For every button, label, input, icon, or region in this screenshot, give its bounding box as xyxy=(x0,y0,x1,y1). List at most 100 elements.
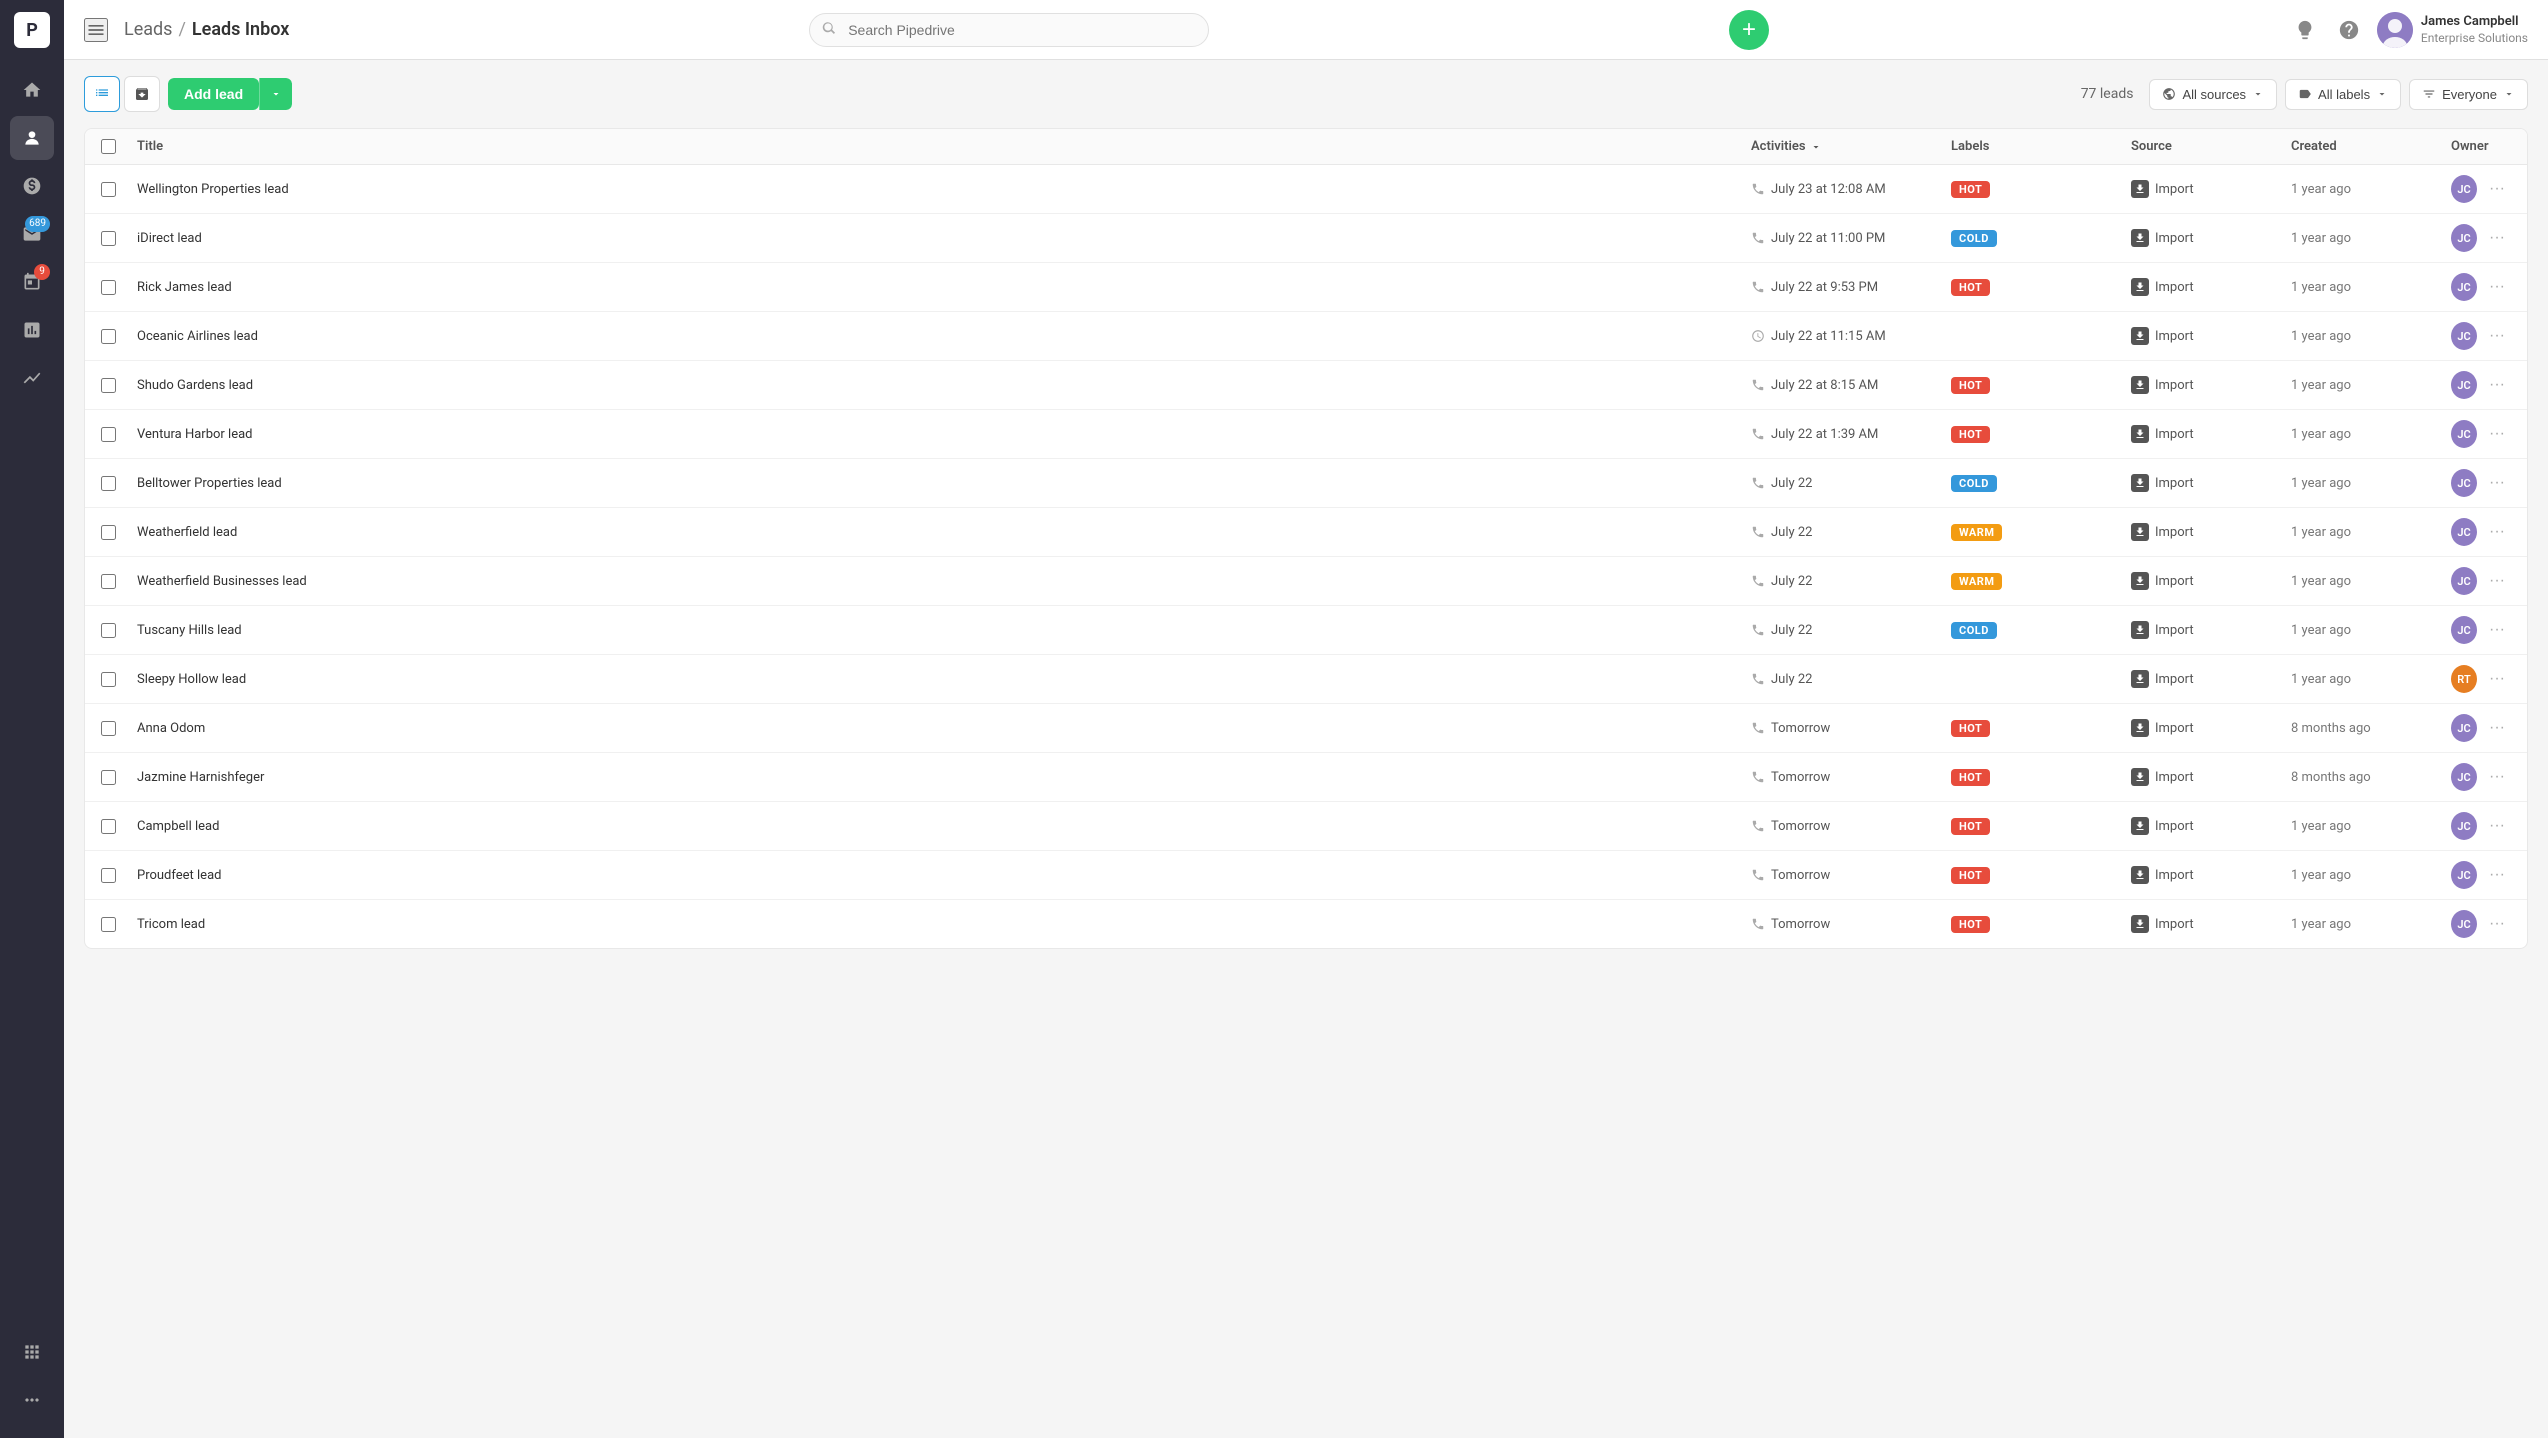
global-add-button[interactable]: + xyxy=(1729,10,1769,50)
row-more-button[interactable]: ··· xyxy=(2483,766,2511,788)
row-more-button[interactable]: ··· xyxy=(2483,668,2511,690)
owner-avatar: JC xyxy=(2451,812,2477,840)
sidebar-item-dollar[interactable] xyxy=(10,164,54,208)
lead-title[interactable]: Campbell lead xyxy=(137,819,1751,834)
breadcrumb-separator: / xyxy=(178,19,185,40)
row-checkbox-input[interactable] xyxy=(101,721,116,736)
row-more-button[interactable]: ··· xyxy=(2483,374,2511,396)
sidebar-item-chart[interactable] xyxy=(10,356,54,400)
row-more-button[interactable]: ··· xyxy=(2483,570,2511,592)
row-checkbox-input[interactable] xyxy=(101,280,116,295)
row-more-button[interactable]: ··· xyxy=(2483,913,2511,935)
row-checkbox-input[interactable] xyxy=(101,770,116,785)
search-input[interactable] xyxy=(809,13,1209,47)
row-more-button[interactable]: ··· xyxy=(2483,227,2511,249)
row-more-button[interactable]: ··· xyxy=(2483,276,2511,298)
row-more-button[interactable]: ··· xyxy=(2483,815,2511,837)
row-more-button[interactable]: ··· xyxy=(2483,423,2511,445)
lead-title[interactable]: Tuscany Hills lead xyxy=(137,623,1751,638)
row-more-button[interactable]: ··· xyxy=(2483,325,2511,347)
phone-icon xyxy=(1751,427,1765,441)
row-checkbox-input[interactable] xyxy=(101,182,116,197)
lead-title[interactable]: Oceanic Airlines lead xyxy=(137,329,1751,344)
lead-title[interactable]: Rick James lead xyxy=(137,280,1751,295)
user-info[interactable]: James Campbell Enterprise Solutions xyxy=(2377,12,2528,48)
lead-title[interactable]: Jazmine Harnishfeger xyxy=(137,770,1751,785)
lead-title[interactable]: Anna Odom xyxy=(137,721,1751,736)
row-more-button[interactable]: ··· xyxy=(2483,864,2511,886)
select-all-checkbox[interactable] xyxy=(101,139,116,154)
header-source: Source xyxy=(2131,139,2291,154)
row-more-button[interactable]: ··· xyxy=(2483,717,2511,739)
row-checkbox-input[interactable] xyxy=(101,868,116,883)
sidebar-item-more[interactable] xyxy=(10,1378,54,1422)
sidebar-item-calendar[interactable]: 9 xyxy=(10,260,54,304)
lead-title[interactable]: Sleepy Hollow lead xyxy=(137,672,1751,687)
tips-button[interactable] xyxy=(2289,14,2321,46)
sidebar-item-apps[interactable] xyxy=(10,1330,54,1374)
sidebar-item-home[interactable] xyxy=(10,68,54,112)
all-labels-filter[interactable]: All labels xyxy=(2285,79,2401,110)
row-checkbox-input[interactable] xyxy=(101,819,116,834)
lead-title[interactable]: iDirect lead xyxy=(137,231,1751,246)
row-checkbox-input[interactable] xyxy=(101,378,116,393)
help-button[interactable] xyxy=(2333,14,2365,46)
row-more-button[interactable]: ··· xyxy=(2483,472,2511,494)
lead-title[interactable]: Shudo Gardens lead xyxy=(137,378,1751,393)
sidebar-item-mail[interactable]: 689 xyxy=(10,212,54,256)
sidebar-logo[interactable]: P xyxy=(14,12,50,48)
sidebar-item-reports[interactable] xyxy=(10,308,54,352)
all-sources-filter[interactable]: All sources xyxy=(2149,79,2277,110)
lead-title[interactable]: Proudfeet lead xyxy=(137,868,1751,883)
row-checkbox-input[interactable] xyxy=(101,427,116,442)
add-lead-dropdown-button[interactable] xyxy=(259,78,292,110)
lead-title[interactable]: Belltower Properties lead xyxy=(137,476,1751,491)
lead-title[interactable]: Tricom lead xyxy=(137,917,1751,932)
header: Leads / Leads Inbox + xyxy=(64,0,2548,60)
source-text: Import xyxy=(2155,280,2194,295)
sidebar-item-leads[interactable] xyxy=(10,116,54,160)
row-more-button[interactable]: ··· xyxy=(2483,178,2511,200)
source-text: Import xyxy=(2155,231,2194,246)
lead-title[interactable]: Weatherfield Businesses lead xyxy=(137,574,1751,589)
breadcrumb-parent[interactable]: Leads xyxy=(124,19,172,40)
lead-activity: Tomorrow xyxy=(1751,917,1951,932)
lead-owner: JC ··· xyxy=(2451,518,2511,546)
labels-chevron-icon xyxy=(2376,88,2388,100)
row-checkbox-input[interactable] xyxy=(101,623,116,638)
import-icon xyxy=(2131,670,2149,688)
row-checkbox-input[interactable] xyxy=(101,574,116,589)
owner-avatar: JC xyxy=(2451,567,2477,595)
everyone-filter[interactable]: Everyone xyxy=(2409,79,2528,110)
lead-title[interactable]: Weatherfield lead xyxy=(137,525,1751,540)
header-checkbox-col xyxy=(101,139,137,154)
lead-owner: RT ··· xyxy=(2451,665,2511,693)
activity-time: July 22 xyxy=(1771,672,1813,687)
archive-view-button[interactable] xyxy=(124,76,160,112)
row-checkbox-input[interactable] xyxy=(101,231,116,246)
chevron-down-icon xyxy=(270,88,282,100)
lead-source: Import xyxy=(2131,621,2291,639)
lead-activity: July 22 xyxy=(1751,623,1951,638)
lead-owner: JC ··· xyxy=(2451,567,2511,595)
header-activities[interactable]: Activities xyxy=(1751,139,1951,154)
row-checkbox-input[interactable] xyxy=(101,917,116,932)
row-checkbox-input[interactable] xyxy=(101,525,116,540)
import-icon xyxy=(2131,229,2149,247)
lead-title[interactable]: Wellington Properties lead xyxy=(137,182,1751,197)
list-view-button[interactable] xyxy=(84,76,120,112)
row-checkbox-input[interactable] xyxy=(101,329,116,344)
lead-title[interactable]: Ventura Harbor lead xyxy=(137,427,1751,442)
menu-button[interactable] xyxy=(84,18,108,42)
row-more-button[interactable]: ··· xyxy=(2483,521,2511,543)
row-more-button[interactable]: ··· xyxy=(2483,619,2511,641)
label-badge: HOT xyxy=(1951,818,1990,835)
phone-icon xyxy=(1751,623,1765,637)
row-checkbox-input[interactable] xyxy=(101,672,116,687)
everyone-chevron-icon xyxy=(2503,88,2515,100)
row-checkbox-input[interactable] xyxy=(101,476,116,491)
add-lead-button[interactable]: Add lead xyxy=(168,78,259,110)
activity-time: July 22 xyxy=(1771,476,1813,491)
reports-icon xyxy=(22,320,42,340)
lead-activity: July 22 xyxy=(1751,672,1951,687)
